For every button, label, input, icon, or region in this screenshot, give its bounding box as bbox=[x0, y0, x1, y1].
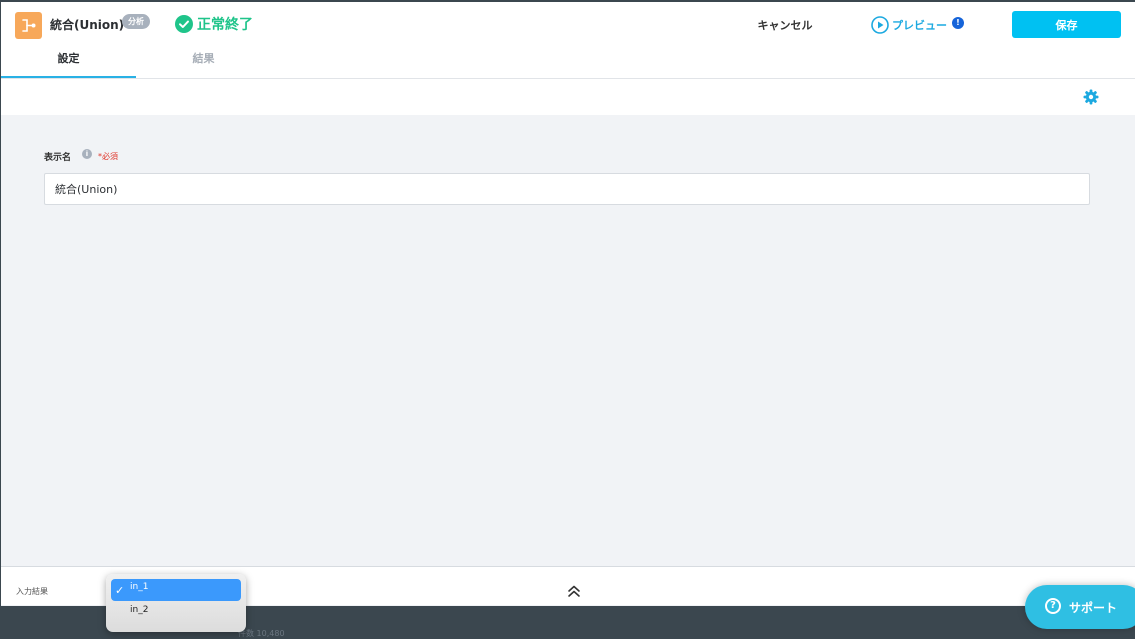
category-badge: 分析 bbox=[122, 14, 150, 29]
double-chevron-up-icon[interactable] bbox=[566, 583, 582, 599]
save-button[interactable]: 保存 bbox=[1012, 11, 1121, 38]
option-label: in_2 bbox=[130, 605, 149, 615]
checkmark-icon: ✓ bbox=[115, 584, 125, 597]
support-label: サポート bbox=[1069, 601, 1118, 615]
settings-toolbar bbox=[1, 79, 1135, 115]
node-settings-modal: 統合(Union) 分析 正常終了 キャンセル プレビュー ! 保存 設定 結果 bbox=[1, 2, 1135, 606]
option-label: in_1 bbox=[130, 582, 149, 592]
node-title: 統合(Union) bbox=[50, 18, 125, 32]
play-circle-icon bbox=[871, 16, 889, 34]
info-icon[interactable]: i bbox=[82, 149, 92, 159]
tab-results[interactable]: 結果 bbox=[136, 50, 271, 76]
select-option-in-1[interactable]: ✓ in_1 bbox=[111, 579, 241, 601]
display-name-label: 表示名 bbox=[44, 153, 72, 163]
display-name-input[interactable] bbox=[44, 173, 1090, 205]
preview-alert-icon: ! bbox=[952, 17, 964, 29]
union-node-icon bbox=[15, 12, 42, 39]
gear-icon[interactable] bbox=[1083, 89, 1099, 105]
preview-button[interactable]: プレビュー ! bbox=[871, 15, 964, 35]
row-count-text: 件数 10,480 bbox=[238, 629, 285, 638]
input-result-label: 入力結果 bbox=[16, 587, 48, 596]
check-circle-icon bbox=[175, 15, 193, 33]
input-select-dropdown[interactable]: ✓ in_1 in_2 bbox=[106, 574, 246, 632]
required-mark: *必須 bbox=[98, 152, 118, 161]
cancel-button[interactable]: キャンセル bbox=[743, 16, 827, 34]
question-circle-icon: ? bbox=[1045, 598, 1061, 614]
tab-settings[interactable]: 設定 bbox=[1, 50, 136, 78]
modal-header: 統合(Union) 分析 正常終了 キャンセル プレビュー ! 保存 設定 結果 bbox=[1, 2, 1135, 79]
preview-label: プレビュー bbox=[892, 19, 947, 32]
select-option-in-2[interactable]: in_2 bbox=[111, 602, 241, 624]
status-text: 正常終了 bbox=[197, 17, 253, 33]
support-button[interactable]: ? サポート bbox=[1025, 585, 1135, 629]
